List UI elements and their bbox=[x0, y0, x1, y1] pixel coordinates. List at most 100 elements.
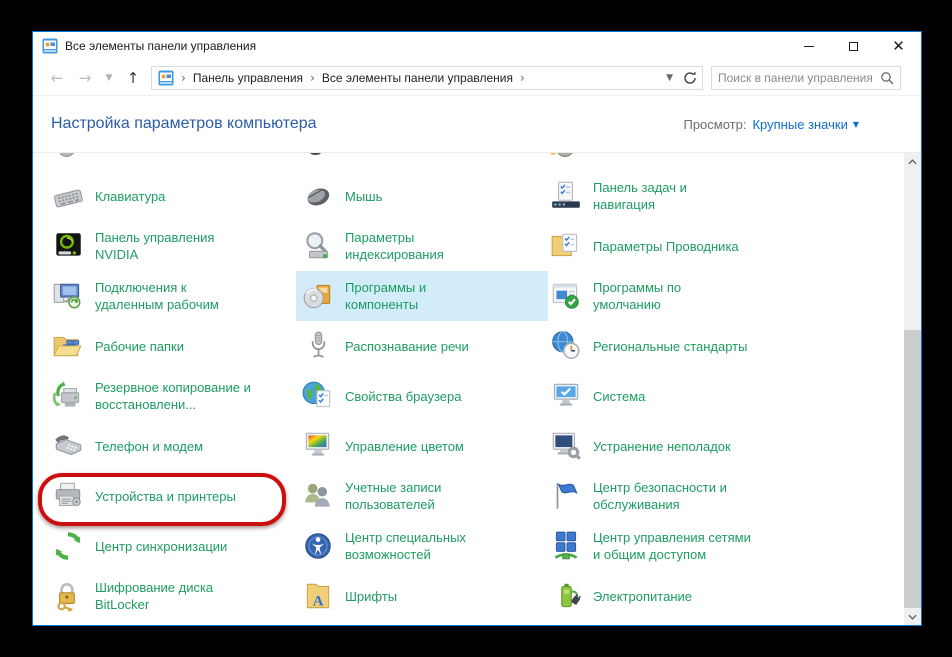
color-management-icon bbox=[300, 429, 336, 463]
item-label: Центр безопасности и обслуживания bbox=[593, 479, 727, 513]
refresh-icon[interactable] bbox=[682, 70, 698, 86]
item-default-programs[interactable]: Программы по умолчанию bbox=[544, 271, 884, 321]
scrollbar-thumb[interactable] bbox=[904, 330, 921, 608]
scroll-up-icon[interactable] bbox=[904, 153, 921, 170]
control-panel-icon bbox=[42, 38, 58, 54]
item-indexing-options[interactable]: Параметры индексирования bbox=[296, 221, 548, 271]
work-folders-icon bbox=[50, 329, 86, 363]
item-internet-options[interactable]: Свойства браузера bbox=[296, 371, 548, 421]
system-icon bbox=[548, 379, 584, 413]
item-system[interactable]: Система bbox=[544, 371, 884, 421]
close-button[interactable]: ✕ bbox=[876, 32, 921, 60]
power-options-icon bbox=[548, 579, 584, 613]
fonts-icon: A bbox=[300, 579, 336, 613]
item-label: Свойства браузера bbox=[345, 388, 461, 405]
minimize-icon bbox=[804, 46, 814, 47]
breadcrumb-all-items[interactable]: Все элементы панели управления bbox=[322, 71, 513, 85]
item-remote-desktop[interactable]: Подключения к удаленным рабочим bbox=[46, 271, 300, 321]
back-button[interactable]: ← bbox=[47, 69, 67, 87]
item-troubleshooting[interactable]: Устранение неполадок bbox=[544, 421, 884, 471]
region-icon bbox=[548, 329, 584, 363]
security-center-icon bbox=[548, 479, 584, 513]
item-power-options[interactable]: Электропитание bbox=[544, 571, 884, 621]
indexing-options-icon bbox=[300, 229, 336, 263]
item-label: Электропитание bbox=[593, 588, 692, 605]
title-bar: Все элементы панели управления ✕ bbox=[33, 32, 921, 60]
item-label: Резервное копирование и восстановлени... bbox=[95, 379, 251, 413]
breadcrumb-separator-icon: › bbox=[518, 71, 527, 85]
item-label: Центр управления сетями и общим доступом bbox=[593, 529, 751, 563]
taskbar-icon bbox=[548, 179, 584, 213]
scroll-down-icon[interactable] bbox=[904, 608, 921, 625]
item-taskbar[interactable]: Панель задач и навигация bbox=[544, 171, 884, 221]
network-center-icon bbox=[548, 529, 584, 563]
item-programs-features[interactable]: Программы и компоненты bbox=[296, 271, 548, 321]
item-label: Мышь bbox=[345, 188, 382, 205]
item-label: Программы по умолчанию bbox=[593, 279, 681, 313]
item-fonts[interactable]: A Шрифты bbox=[296, 571, 548, 621]
view-mode-dropdown[interactable]: Крупные значки ▼ bbox=[752, 117, 859, 132]
item-region[interactable]: Региональные стандарты bbox=[544, 321, 884, 371]
item-label: Клавиатура bbox=[95, 188, 165, 205]
item-speech-recognition[interactable]: Распознавание речи bbox=[296, 321, 548, 371]
item-devices-printers[interactable]: Устройства и принтеры bbox=[46, 471, 300, 521]
breadcrumb-separator-icon: › bbox=[308, 71, 317, 85]
chevron-down-icon: ▼ bbox=[853, 120, 859, 129]
phone-modem-icon bbox=[50, 429, 86, 463]
address-bar[interactable]: › Панель управления › Все элементы панел… bbox=[151, 66, 703, 90]
item-label: Центр специальных возможностей bbox=[345, 529, 466, 563]
item-color-management[interactable]: Управление цветом bbox=[296, 421, 548, 471]
minimize-button[interactable] bbox=[786, 32, 831, 60]
forward-button[interactable]: → bbox=[75, 69, 95, 87]
close-icon: ✕ bbox=[892, 39, 905, 54]
history-dropdown-icon[interactable]: ▼ bbox=[103, 73, 115, 83]
nvidia-icon bbox=[50, 229, 86, 263]
item-security-center[interactable]: Центр безопасности и обслуживания bbox=[544, 471, 884, 521]
item-phone-modem[interactable]: Телефон и модем bbox=[46, 421, 300, 471]
item-sync-center[interactable]: Центр синхронизации bbox=[46, 521, 300, 571]
search-input[interactable] bbox=[718, 71, 880, 85]
item-label: Программы и компоненты bbox=[345, 279, 426, 313]
item-user-accounts[interactable]: Учетные записи пользователей bbox=[296, 471, 548, 521]
items-area: КлавиатураМышьПанель задач и навигацияПа… bbox=[33, 152, 921, 625]
view-label: Просмотр: bbox=[683, 117, 746, 132]
page-header: Настройка параметров компьютера Просмотр… bbox=[33, 96, 921, 152]
user-accounts-icon bbox=[300, 479, 336, 513]
item-explorer-options[interactable]: Параметры Проводника bbox=[544, 221, 884, 271]
item-label: Шрифты bbox=[345, 588, 397, 605]
item-bitlocker[interactable]: Шифрование диска BitLocker bbox=[46, 571, 300, 621]
item-label: Управление цветом bbox=[345, 438, 464, 455]
item-label: Панель управления NVIDIA bbox=[95, 229, 214, 263]
up-button[interactable]: ↑ bbox=[123, 69, 143, 87]
item-keyboard[interactable]: Клавиатура bbox=[46, 171, 300, 221]
item-mouse[interactable]: Мышь bbox=[296, 171, 548, 221]
backup-restore-icon bbox=[50, 379, 86, 413]
item-ease-of-access[interactable]: Центр специальных возможностей bbox=[296, 521, 548, 571]
window-title: Все элементы панели управления bbox=[65, 39, 786, 53]
item-backup-restore[interactable]: Резервное копирование и восстановлени... bbox=[46, 371, 300, 421]
vertical-scrollbar[interactable] bbox=[904, 153, 921, 625]
item-label: Рабочие папки bbox=[95, 338, 184, 355]
control-panel-icon bbox=[158, 70, 174, 86]
navigation-toolbar: ← → ▼ ↑ › Панель управления › Все элемен… bbox=[33, 60, 921, 96]
breadcrumb-control-panel[interactable]: Панель управления bbox=[193, 71, 303, 85]
remote-desktop-icon bbox=[50, 279, 86, 313]
item-label: Шифрование диска BitLocker bbox=[95, 579, 213, 613]
item-network-center[interactable]: Центр управления сетями и общим доступом bbox=[544, 521, 884, 571]
breadcrumb-separator-icon: › bbox=[179, 71, 188, 85]
view-mode-value: Крупные значки bbox=[752, 117, 847, 132]
default-programs-icon bbox=[548, 279, 584, 313]
item-label: Центр синхронизации bbox=[95, 538, 227, 555]
internet-options-icon bbox=[300, 379, 336, 413]
item-nvidia[interactable]: Панель управления NVIDIA bbox=[46, 221, 300, 271]
bitlocker-icon bbox=[50, 579, 86, 613]
maximize-button[interactable] bbox=[831, 32, 876, 60]
scrollbar-track[interactable] bbox=[904, 170, 921, 608]
item-label: Региональные стандарты bbox=[593, 338, 747, 355]
troubleshooting-icon bbox=[548, 429, 584, 463]
address-dropdown-icon[interactable]: ▼ bbox=[662, 73, 677, 83]
item-work-folders[interactable]: Рабочие папки bbox=[46, 321, 300, 371]
item-label: Подключения к удаленным рабочим bbox=[95, 279, 219, 313]
mouse-icon bbox=[300, 179, 336, 213]
search-icon[interactable] bbox=[880, 71, 894, 85]
